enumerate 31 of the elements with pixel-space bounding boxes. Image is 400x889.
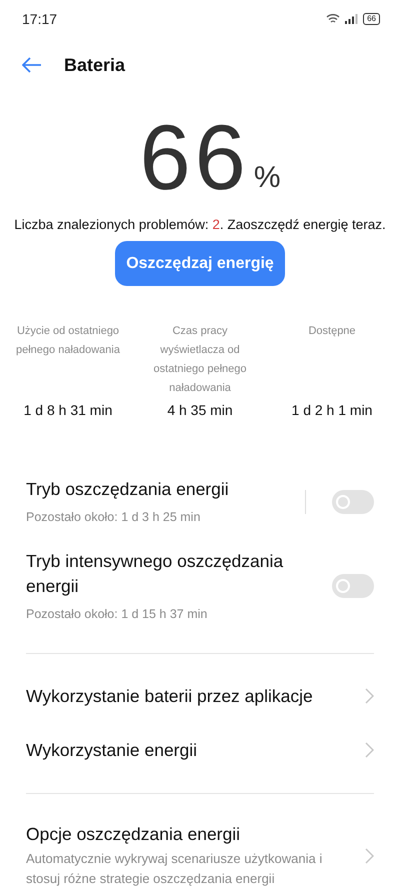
chevron-right-icon: [365, 848, 374, 864]
menu-item-title: Wykorzystanie energii: [26, 740, 198, 761]
menu-item-title: Wykorzystanie baterii przez aplikacje: [26, 686, 313, 707]
status-time: 17:17: [22, 10, 58, 27]
stat-label: Użycie od ostatniego pełnego naładowania: [15, 324, 121, 358]
chevron-right-icon: [365, 688, 374, 704]
page-title: Bateria: [64, 54, 126, 76]
chevron-right-icon: [365, 742, 374, 758]
mode-title: Tryb intensywnego oszczędzania energii: [26, 550, 284, 598]
stat-value: 4 h 35 min: [167, 402, 233, 418]
stat-label: Czas pracy wyświetlacza od ostatniego pełnego naładowania: [152, 324, 248, 396]
percent-sign: %: [254, 160, 281, 195]
battery-percentage: 66: [139, 112, 250, 203]
menu-item[interactable]: Wykorzystanie energii: [0, 723, 400, 778]
option-title: Opcje oszczędzania energii: [26, 823, 242, 846]
stat-value: 1 d 2 h 1 min: [292, 402, 372, 418]
signal-icon: [345, 14, 358, 24]
stat-value: 1 d 8 h 31 min: [24, 402, 112, 418]
save-energy-button[interactable]: Oszczędzaj energię: [115, 240, 285, 286]
toggle-switch[interactable]: [332, 574, 374, 598]
battery-indicator: 66: [363, 12, 380, 25]
option-subtitle: Automatycznie wykrywaj scenariusze użytkowania i stosuj różne strategie oszczędzania energii: [26, 850, 324, 888]
stat-label: Dostępne: [307, 324, 357, 340]
wifi-icon: [326, 13, 340, 24]
mode-title: Tryb oszczędzania energii: [26, 478, 229, 502]
menu-item[interactable]: Wykorzystanie baterii przez aplikacje: [0, 669, 400, 724]
mode-subtitle: Pozostało około: 1 d 3 h 25 min: [26, 509, 202, 526]
mode-subtitle: Pozostało około: 1 d 15 h 37 min: [26, 606, 208, 623]
toggle-switch[interactable]: [332, 490, 374, 514]
problems-message: Liczba znalezionych problemów: 2. Zaoszczędź energię teraz.: [13, 216, 387, 232]
back-button[interactable]: [22, 57, 42, 74]
